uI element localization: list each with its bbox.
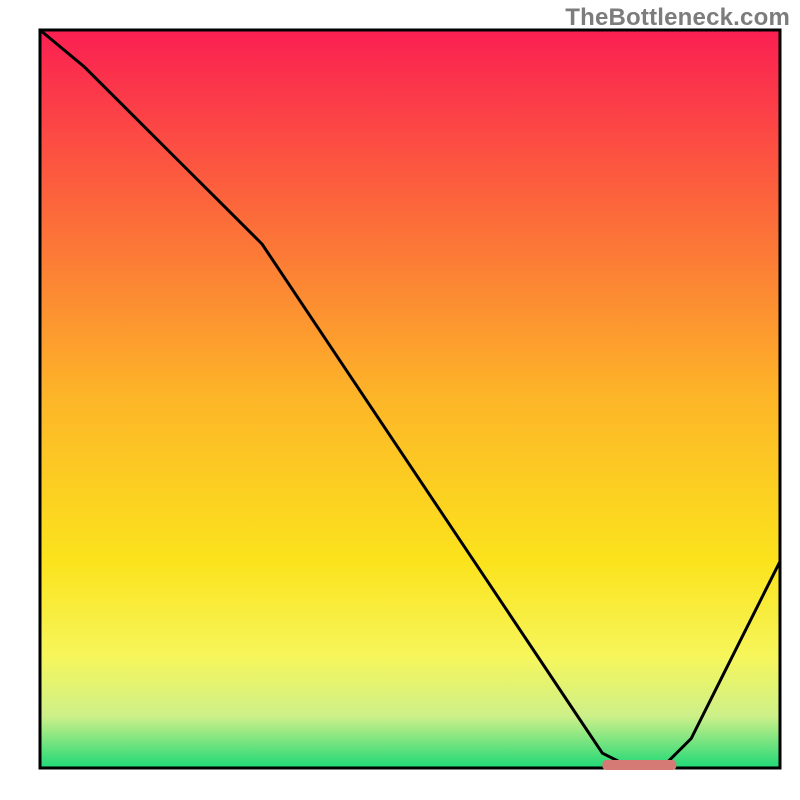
optimal-marker bbox=[602, 760, 676, 770]
chart-container: TheBottleneck.com bbox=[0, 0, 800, 800]
watermark-text: TheBottleneck.com bbox=[565, 4, 790, 32]
plot-background bbox=[40, 30, 780, 768]
bottleneck-chart bbox=[0, 0, 800, 800]
